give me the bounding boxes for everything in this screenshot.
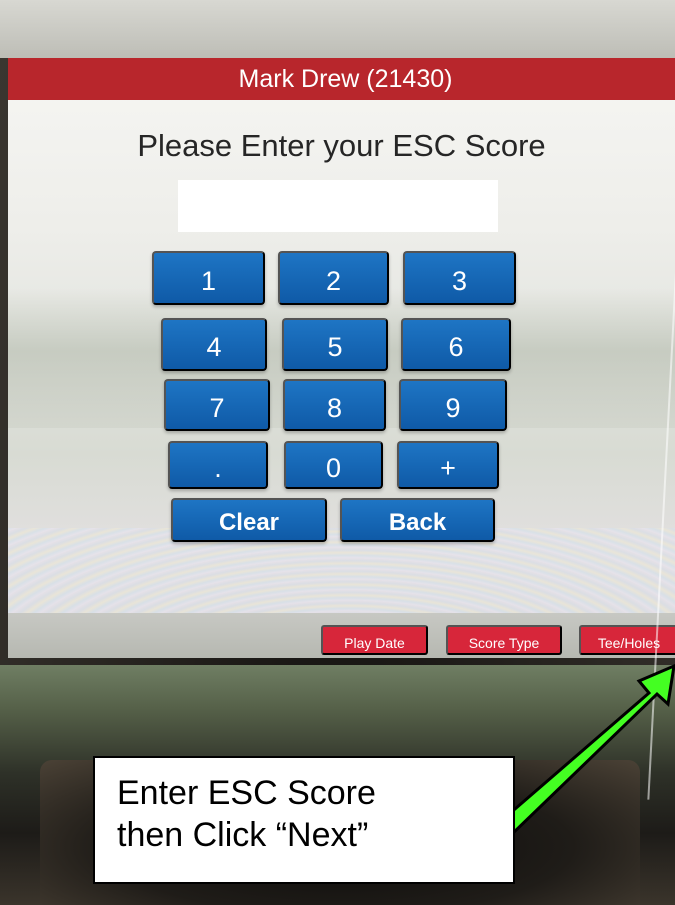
callout-line-2: then Click “Next” xyxy=(117,816,369,854)
key-5[interactable]: 5 xyxy=(282,318,388,371)
key-9[interactable]: 9 xyxy=(399,379,507,431)
step-score-type-button[interactable]: Score Type xyxy=(446,625,562,655)
key-6[interactable]: 6 xyxy=(401,318,511,371)
clear-button[interactable]: Clear xyxy=(171,498,327,542)
player-name: Mark Drew (21430) xyxy=(238,65,453,93)
step-play-date-button[interactable]: Play Date xyxy=(321,625,428,655)
monitor-bezel-top xyxy=(0,0,675,58)
esc-score-input[interactable] xyxy=(178,180,498,232)
key-decimal[interactable]: . xyxy=(168,441,268,489)
key-4[interactable]: 4 xyxy=(161,318,267,371)
key-8[interactable]: 8 xyxy=(283,379,386,431)
callout-line-1: Enter ESC Score xyxy=(117,774,376,812)
key-plus[interactable]: + xyxy=(397,441,499,489)
key-3[interactable]: 3 xyxy=(403,251,516,305)
key-0[interactable]: 0 xyxy=(284,441,383,489)
kiosk-screen: Mark Drew (21430) Please Enter your ESC … xyxy=(8,58,675,658)
instruction-callout: Enter ESC Score then Click “Next” xyxy=(93,756,515,884)
player-header: Mark Drew (21430) xyxy=(8,58,675,100)
key-2[interactable]: 2 xyxy=(278,251,389,305)
step-tee-holes-button[interactable]: Tee/Holes xyxy=(579,625,675,655)
key-1[interactable]: 1 xyxy=(152,251,265,305)
back-button[interactable]: Back xyxy=(340,498,495,542)
key-7[interactable]: 7 xyxy=(164,379,270,431)
page-title: Please Enter your ESC Score xyxy=(137,128,546,163)
